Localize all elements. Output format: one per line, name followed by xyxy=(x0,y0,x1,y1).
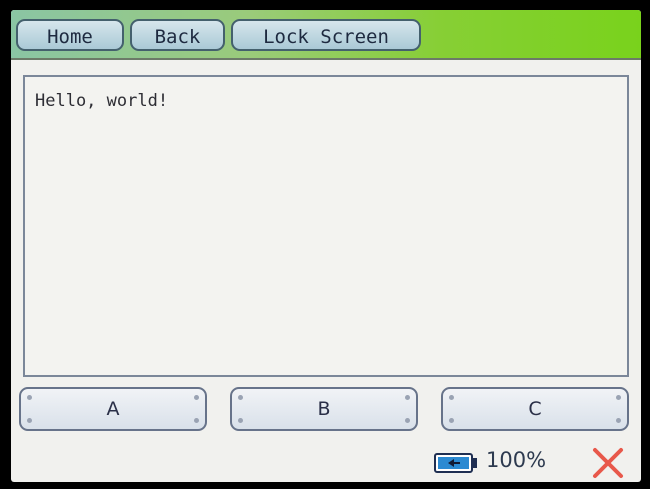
back-button[interactable]: Back xyxy=(130,19,225,51)
device-screen: Home Back Lock Screen Hello, world! A B … xyxy=(11,10,641,482)
button-corner-dot xyxy=(194,418,199,423)
close-icon[interactable] xyxy=(589,444,627,482)
button-corner-dot xyxy=(616,418,621,423)
b-button-label: B xyxy=(317,398,331,420)
a-button-label: A xyxy=(106,398,120,420)
home-button[interactable]: Home xyxy=(16,19,124,51)
battery-percentage: 100% xyxy=(486,448,547,472)
b-button[interactable]: B xyxy=(230,387,418,431)
button-corner-dot xyxy=(616,395,621,400)
button-corner-dot xyxy=(238,395,243,400)
top-navigation-bar: Home Back Lock Screen xyxy=(11,10,641,60)
c-button[interactable]: C xyxy=(441,387,629,431)
lock-screen-button[interactable]: Lock Screen xyxy=(231,19,421,51)
button-corner-dot xyxy=(27,395,32,400)
button-corner-dot xyxy=(449,418,454,423)
button-corner-dot xyxy=(194,395,199,400)
text-area[interactable]: Hello, world! xyxy=(23,75,629,377)
c-button-label: C xyxy=(528,398,542,420)
button-corner-dot xyxy=(405,395,410,400)
button-corner-dot xyxy=(27,418,32,423)
button-corner-dot xyxy=(449,395,454,400)
battery-icon xyxy=(434,453,477,473)
button-corner-dot xyxy=(405,418,410,423)
a-button[interactable]: A xyxy=(19,387,207,431)
button-corner-dot xyxy=(238,418,243,423)
